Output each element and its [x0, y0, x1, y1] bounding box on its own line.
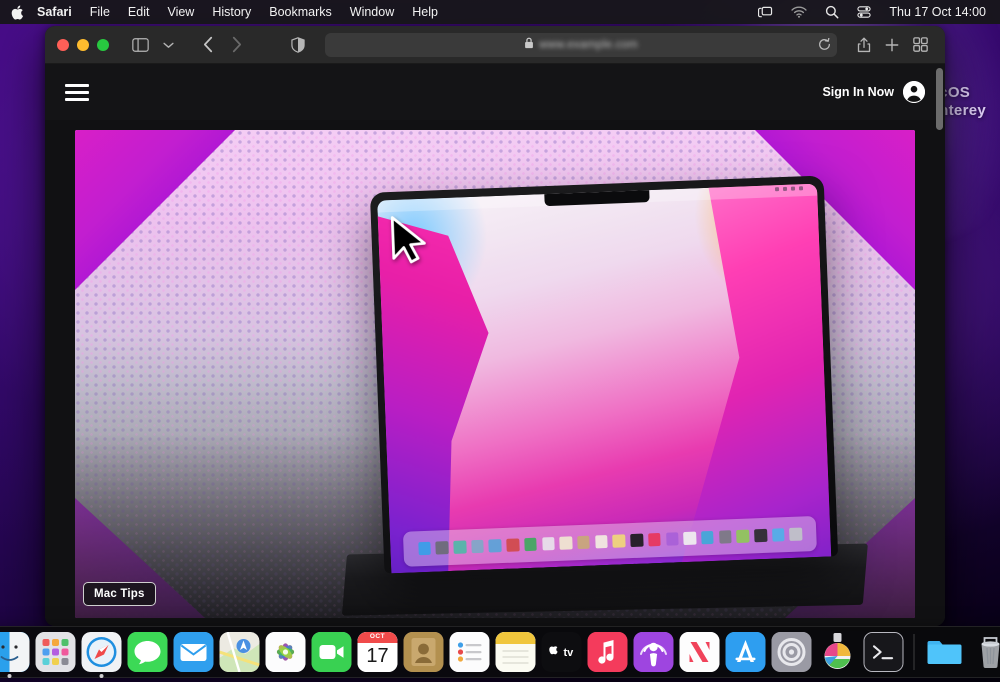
dock-item-trash[interactable] [971, 632, 1000, 672]
reload-icon[interactable] [818, 38, 831, 51]
menu-item-help[interactable]: Help [403, 0, 447, 24]
calendar-month: OCT [369, 633, 386, 640]
privacy-report-shield-icon[interactable] [285, 33, 311, 57]
menu-item-bookmarks[interactable]: Bookmarks [260, 0, 341, 24]
menu-item-history[interactable]: History [203, 0, 260, 24]
account-avatar-icon [903, 81, 925, 103]
apple-logo-icon[interactable] [8, 0, 26, 24]
share-icon[interactable] [851, 33, 877, 57]
safari-window: www.example.com Sign In Now Mac Tips [45, 26, 945, 626]
dock-item-appstore[interactable] [725, 632, 766, 672]
dock-item-messages[interactable] [127, 632, 168, 672]
sign-in-label: Sign In Now [822, 85, 894, 99]
zoom-window-button[interactable] [97, 38, 109, 51]
address-bar[interactable]: www.example.com [325, 32, 837, 57]
back-button-icon[interactable] [195, 33, 221, 57]
window-traffic-lights [57, 38, 109, 51]
dock-item-facetime[interactable] [311, 632, 352, 672]
mouse-cursor-icon [391, 215, 427, 263]
spotlight-search-icon[interactable] [816, 0, 848, 24]
menu-bar-tray: Thu 17 Oct 14:00 [749, 0, 990, 24]
dock-item-notes[interactable] [495, 632, 536, 672]
minimize-window-button[interactable] [77, 38, 89, 51]
toolbar-left-group [127, 33, 311, 57]
dock-separator [913, 634, 915, 670]
wallpaper-wave-right [623, 183, 831, 570]
dock-item-maps[interactable] [219, 632, 260, 672]
close-window-button[interactable] [57, 38, 69, 51]
dock-item-appletv[interactable]: tv [541, 632, 582, 672]
web-page-content: Sign In Now Mac Tips [45, 64, 945, 626]
menu-item-safari[interactable]: Safari [28, 0, 81, 24]
dock: OCT 17 tv [0, 626, 1000, 678]
running-indicator [99, 674, 104, 678]
secure-lock-icon [524, 36, 534, 54]
chevron-down-icon[interactable] [155, 33, 181, 57]
macbook-lid [370, 175, 839, 573]
control-center-icon[interactable] [848, 0, 880, 24]
dock-item-reminders[interactable] [449, 632, 490, 672]
dock-item-safari[interactable] [81, 632, 122, 678]
dock-item-finder[interactable] [0, 632, 30, 678]
menu-bar-clock[interactable]: Thu 17 Oct 14:00 [880, 5, 990, 19]
dock-item-terminal[interactable] [863, 632, 904, 672]
screen-mirroring-icon[interactable] [749, 0, 782, 24]
menu-item-window[interactable]: Window [341, 0, 403, 24]
macbook-screen [377, 183, 832, 573]
calendar-day: 17 [366, 645, 389, 667]
dock-item-music[interactable] [587, 632, 628, 672]
sign-in-button[interactable]: Sign In Now [822, 81, 925, 103]
page-scrollbar[interactable] [936, 68, 943, 130]
url-display: www.example.com [524, 36, 638, 54]
url-text: www.example.com [539, 38, 638, 51]
safari-toolbar: www.example.com [45, 26, 945, 64]
menu-bar: Safari File Edit View History Bookmarks … [0, 0, 1000, 24]
dock-item-podcasts[interactable] [633, 632, 674, 672]
hero-image: Mac Tips [75, 130, 915, 618]
toolbar-right-group [851, 33, 933, 57]
sidebar-toggle-icon[interactable] [127, 33, 153, 57]
forward-button-icon[interactable] [223, 33, 249, 57]
menu-item-file[interactable]: File [81, 0, 119, 24]
dock-item-photos[interactable] [265, 632, 306, 672]
dock-item-calendar[interactable]: OCT 17 [357, 632, 398, 672]
dock-item-contacts[interactable] [403, 632, 444, 672]
menu-item-edit[interactable]: Edit [119, 0, 159, 24]
macbook-menu-tray [775, 186, 804, 192]
mac-tips-badge[interactable]: Mac Tips [83, 582, 156, 606]
tab-overview-icon[interactable] [907, 33, 933, 57]
menu-bar-items: Safari File Edit View History Bookmarks … [8, 0, 447, 24]
svg-text:tv: tv [564, 647, 575, 659]
new-tab-icon[interactable] [879, 33, 905, 57]
macbook-illustration [342, 175, 869, 616]
hamburger-menu-icon[interactable] [65, 83, 89, 101]
dock-item-systemsettings[interactable] [771, 632, 812, 672]
dock-item-news[interactable] [679, 632, 720, 672]
site-header: Sign In Now [45, 64, 945, 120]
dock-item-launchpad[interactable] [35, 632, 76, 672]
dock-item-mail[interactable] [173, 632, 214, 672]
dock-item-downloads[interactable] [925, 632, 965, 672]
wifi-icon[interactable] [782, 0, 816, 24]
macbook-notch [544, 189, 651, 206]
menu-item-view[interactable]: View [158, 0, 203, 24]
running-indicator [7, 674, 12, 678]
dock-item-safari-technology-preview[interactable] [818, 632, 858, 672]
